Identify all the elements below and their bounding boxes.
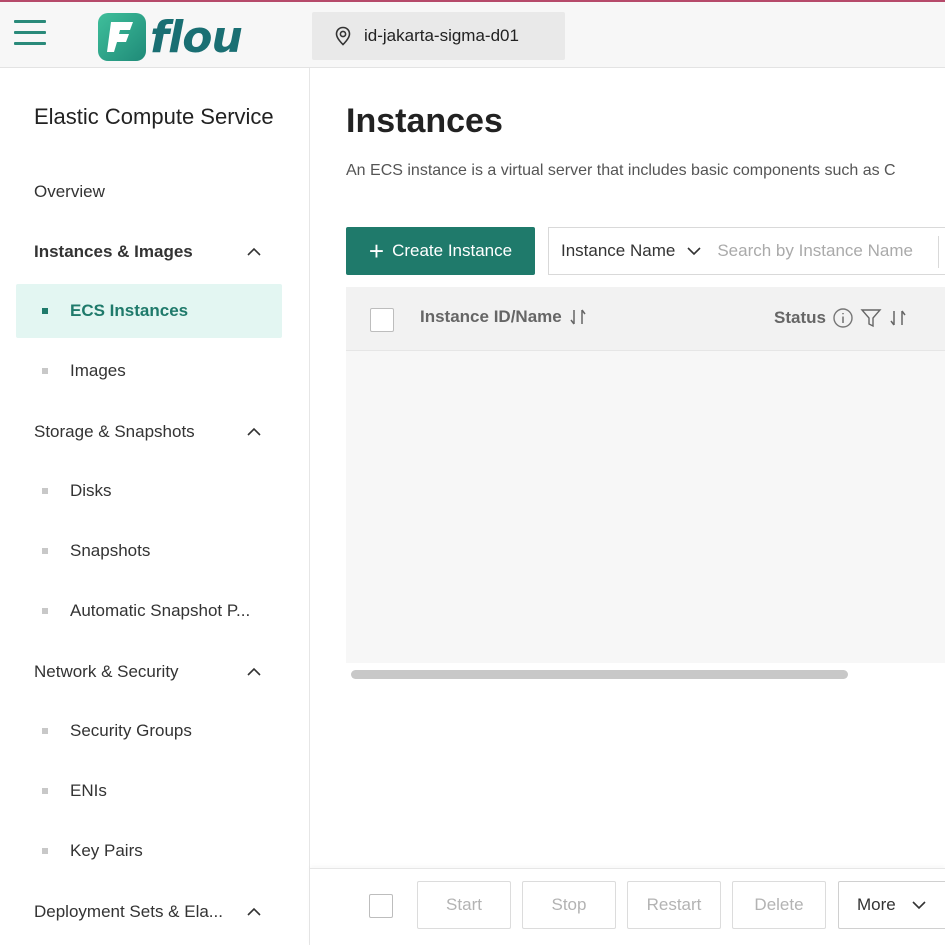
page-title: Instances	[346, 102, 503, 140]
table-header: Instance ID/Name Status	[346, 287, 945, 351]
search-bar: Instance Name	[548, 227, 945, 275]
chevron-up-icon	[247, 427, 261, 436]
sidebar-item-label: Disks	[70, 481, 112, 500]
sidebar-group-label: Deployment Sets & Ela...	[34, 902, 223, 921]
sidebar-item-label: ENIs	[70, 781, 107, 800]
sidebar-title: Elastic Compute Service	[34, 104, 274, 129]
bullet-icon	[42, 308, 48, 314]
sidebar-item-automatic-snapshot-policies[interactable]: Automatic Snapshot P...	[16, 584, 282, 638]
region-label: id-jakarta-sigma-d01	[364, 26, 519, 45]
top-bar: flou id-jakarta-sigma-d01	[0, 0, 945, 68]
search-input[interactable]	[717, 241, 928, 261]
sidebar-item-security-groups[interactable]: Security Groups	[16, 704, 282, 758]
sidebar-item-disks[interactable]: Disks	[16, 464, 282, 518]
sidebar-item-label: Security Groups	[70, 721, 192, 740]
sidebar-group-network-security[interactable]: Network & Security	[0, 652, 310, 692]
bullet-icon	[42, 788, 48, 794]
more-actions-dropdown[interactable]: More	[838, 881, 945, 929]
sidebar-item-label: ECS Instances	[70, 301, 189, 320]
instances-table: Instance ID/Name Status	[346, 287, 945, 663]
bullet-icon	[42, 368, 48, 374]
main-content: Instances An ECS instance is a virtual s…	[310, 68, 945, 945]
column-header-label: Instance ID/Name	[420, 307, 562, 326]
sidebar-item-label: Key Pairs	[70, 841, 143, 860]
bullet-icon	[42, 548, 48, 554]
sidebar-item-label: Snapshots	[70, 541, 151, 560]
sidebar-item-label: Overview	[34, 182, 105, 201]
sidebar-item-label: Images	[70, 361, 126, 380]
bullet-icon	[42, 608, 48, 614]
restart-button[interactable]: Restart	[627, 881, 721, 929]
bullet-icon	[42, 848, 48, 854]
sidebar-group-label: Storage & Snapshots	[34, 422, 195, 441]
search-field-label: Instance Name	[561, 241, 676, 260]
footer-select-all-checkbox[interactable]	[369, 894, 393, 918]
column-header-status[interactable]: Status	[774, 307, 908, 329]
sidebar-group-deployment-sets[interactable]: Deployment Sets & Ela...	[0, 892, 310, 932]
sidebar-group-label: Network & Security	[34, 662, 179, 681]
chevron-down-icon	[912, 901, 926, 910]
sidebar-item-snapshots[interactable]: Snapshots	[16, 524, 282, 578]
sidebar: Elastic Compute Service Overview Instanc…	[0, 68, 310, 945]
sidebar-group-instances-images[interactable]: Instances & Images	[0, 232, 310, 272]
search-divider	[938, 236, 939, 268]
chevron-up-icon	[247, 667, 261, 676]
logo-mark	[98, 13, 146, 61]
create-instance-label: Create Instance	[392, 241, 513, 260]
sidebar-item-images[interactable]: Images	[16, 344, 282, 398]
region-selector[interactable]: id-jakarta-sigma-d01	[312, 12, 565, 60]
info-icon[interactable]	[832, 307, 854, 329]
filter-icon[interactable]	[860, 307, 882, 329]
sidebar-group-label: Instances & Images	[34, 242, 193, 261]
hamburger-menu-icon[interactable]	[14, 20, 46, 50]
bullet-icon	[42, 488, 48, 494]
sidebar-item-key-pairs[interactable]: Key Pairs	[16, 824, 282, 878]
stop-button[interactable]: Stop	[522, 881, 616, 929]
sidebar-item-enis[interactable]: ENIs	[16, 764, 282, 818]
create-instance-button[interactable]: + Create Instance	[346, 227, 535, 275]
chevron-up-icon	[247, 247, 261, 256]
horizontal-scrollbar[interactable]	[351, 670, 848, 679]
sort-icon[interactable]	[888, 308, 908, 328]
plus-icon: +	[368, 236, 385, 266]
brand-logo[interactable]: flou	[98, 11, 243, 63]
brand-name: flou	[150, 11, 243, 63]
chevron-down-icon	[687, 247, 701, 256]
sidebar-item-overview[interactable]: Overview	[0, 172, 310, 212]
column-header-instance-id[interactable]: Instance ID/Name	[420, 307, 588, 327]
start-button[interactable]: Start	[417, 881, 511, 929]
bullet-icon	[42, 728, 48, 734]
column-header-label: Status	[774, 308, 826, 327]
chevron-up-icon	[247, 907, 261, 916]
more-label: More	[857, 895, 896, 914]
sidebar-item-label: Automatic Snapshot P...	[70, 601, 251, 620]
sidebar-group-storage-snapshots[interactable]: Storage & Snapshots	[0, 412, 310, 452]
select-all-checkbox[interactable]	[370, 308, 394, 332]
page-description: An ECS instance is a virtual server that…	[346, 162, 896, 179]
table-body	[346, 351, 945, 663]
batch-action-bar: Start Stop Restart Delete More	[310, 868, 945, 945]
search-field-select[interactable]: Instance Name	[549, 228, 701, 274]
delete-button[interactable]: Delete	[732, 881, 826, 929]
sort-icon[interactable]	[568, 307, 588, 327]
location-pin-icon	[335, 26, 351, 46]
sidebar-item-ecs-instances[interactable]: ECS Instances	[16, 284, 282, 338]
